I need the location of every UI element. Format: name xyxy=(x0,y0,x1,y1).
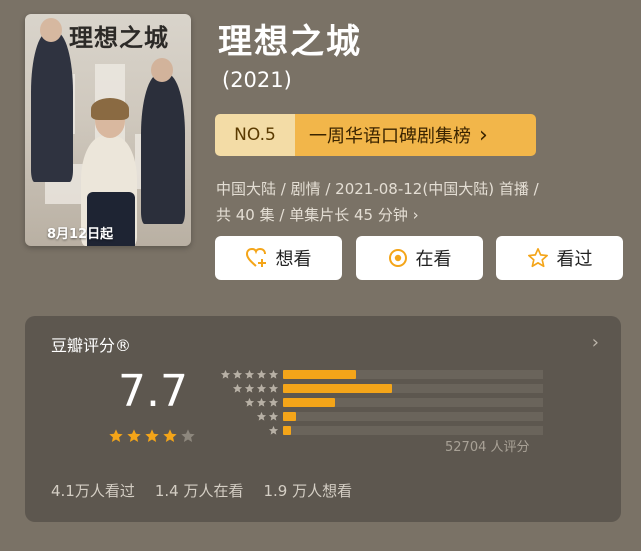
distribution-bar-fill xyxy=(283,426,291,435)
want-to-watch-button[interactable]: 想看 xyxy=(215,236,342,280)
meta-line-1: 中国大陆 / 剧情 / 2021-08-12(中国大陆) 首播 / xyxy=(216,180,539,198)
star-outline-icon xyxy=(527,247,549,269)
rating-stars xyxy=(108,428,196,448)
distribution-bar-track xyxy=(283,370,543,379)
star-filled-icon xyxy=(108,428,124,448)
poster-title-text: 理想之城 xyxy=(69,23,169,52)
distribution-bar-track xyxy=(283,412,543,421)
show-title: 理想之城 xyxy=(218,22,362,62)
rank-number: NO.5 xyxy=(215,114,295,156)
show-meta[interactable]: 中国大陆 / 剧情 / 2021-08-12(中国大陆) 首播 / 共 40 集… xyxy=(216,176,626,228)
watching-count: 1.4 万人在看 xyxy=(154,482,244,500)
rating-count: 52704 人评分 xyxy=(445,440,530,455)
rating-label: 豆瓣评分® xyxy=(51,336,132,355)
watched-count: 4.1万人看过 xyxy=(51,482,135,500)
distribution-bar-track xyxy=(283,384,543,393)
target-icon xyxy=(388,248,408,268)
rank-badge[interactable]: NO.5 一周华语口碑剧集榜 › xyxy=(215,114,536,156)
star-empty-icon xyxy=(180,428,196,448)
distribution-bar-fill xyxy=(283,398,335,407)
watched-label: 看过 xyxy=(556,249,593,270)
want-count: 1.9 万人想看 xyxy=(263,482,353,500)
audience-stats: 4.1万人看过 1.4 万人在看 1.9 万人想看 xyxy=(51,480,352,501)
distribution-bar-track xyxy=(283,426,543,435)
heart-plus-icon xyxy=(245,248,268,268)
chevron-right-icon[interactable]: › xyxy=(592,332,599,353)
rating-distribution xyxy=(211,368,543,438)
show-year: (2021) xyxy=(222,68,292,92)
distribution-bar-track xyxy=(283,398,543,407)
rank-list-name: 一周华语口碑剧集榜 xyxy=(309,126,471,147)
watching-label: 在看 xyxy=(415,249,452,270)
meta-line-2: 共 40 集 / 单集片长 45 分钟 › xyxy=(216,206,419,224)
chevron-right-icon: › xyxy=(479,122,488,148)
distribution-bar-fill xyxy=(283,370,356,379)
watched-button[interactable]: 看过 xyxy=(496,236,623,280)
distribution-stars xyxy=(211,421,279,440)
star-filled-icon xyxy=(162,428,178,448)
want-to-watch-label: 想看 xyxy=(275,249,312,270)
poster-image[interactable]: 理想之城 8月12日起 xyxy=(25,14,191,246)
star-filled-icon xyxy=(126,428,142,448)
rating-card[interactable]: 豆瓣评分® › 7.7 52704 人评分 4.1万人看过 1.4 万人在看 1… xyxy=(25,316,621,522)
rating-score: 7.7 xyxy=(118,366,188,417)
small-star-icon xyxy=(268,421,279,440)
distribution-bar-fill xyxy=(283,384,393,393)
distribution-bar-fill xyxy=(283,412,296,421)
watching-button[interactable]: 在看 xyxy=(356,236,483,280)
poster-date-text: 8月12日起 xyxy=(47,227,114,242)
star-filled-icon xyxy=(144,428,160,448)
